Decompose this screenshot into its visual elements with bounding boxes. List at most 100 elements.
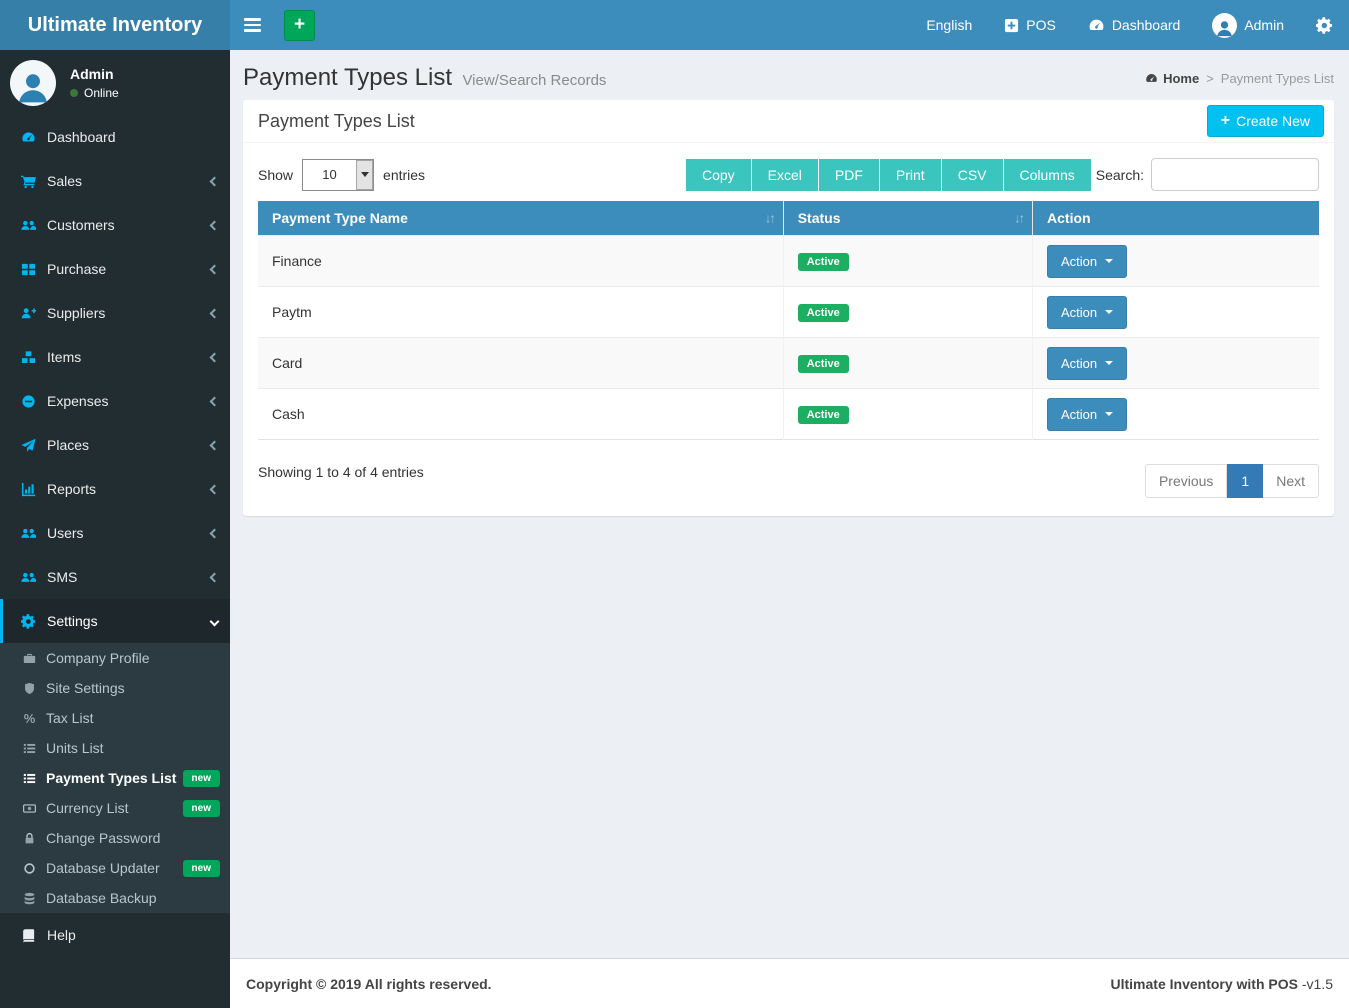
new-badge: new xyxy=(183,800,220,817)
user-status: Online xyxy=(70,86,119,100)
sidebar-item-sms[interactable]: SMS xyxy=(0,555,230,599)
percent-icon: % xyxy=(23,711,36,726)
submenu-item-currency-list[interactable]: Currency List new xyxy=(0,793,230,823)
page-title: Payment Types List xyxy=(243,64,452,91)
create-new-button[interactable]: + Create New xyxy=(1207,105,1324,137)
column-header-status[interactable]: Status ↓↑ xyxy=(783,201,1032,236)
sidebar-item-dashboard[interactable]: Dashboard xyxy=(0,115,230,159)
users-icon xyxy=(21,218,36,233)
avatar xyxy=(10,60,56,106)
table-header-row: Payment Type Name ↓↑ Status ↓↑ Action xyxy=(258,201,1319,236)
pos-label: POS xyxy=(1026,17,1056,33)
submenu-item-database-updater[interactable]: Database Updater new xyxy=(0,853,230,883)
dashboard-link[interactable]: Dashboard xyxy=(1088,17,1181,34)
submenu-item-tax-list[interactable]: % Tax List xyxy=(0,703,230,733)
sidebar-item-customers[interactable]: Customers xyxy=(0,203,230,247)
submenu-item-label: Payment Types List xyxy=(46,770,176,786)
panel-header: Payment Types List + Create New xyxy=(243,100,1334,143)
copy-button[interactable]: Copy xyxy=(686,159,751,191)
pdf-button[interactable]: PDF xyxy=(818,159,879,191)
previous-page-button[interactable]: Previous xyxy=(1145,464,1227,498)
book-icon xyxy=(21,928,36,943)
cubes-icon xyxy=(21,350,36,365)
chevron-left-icon xyxy=(210,264,220,274)
lock-icon xyxy=(23,832,36,845)
submenu-item-label: Site Settings xyxy=(46,680,125,696)
submenu-item-units-list[interactable]: Units List xyxy=(0,733,230,763)
entries-select[interactable]: 10 xyxy=(302,159,374,191)
new-badge: new xyxy=(183,860,220,877)
action-dropdown-button[interactable]: Action xyxy=(1047,245,1127,278)
version-text: Ultimate Inventory with POS -v1.5 xyxy=(1111,976,1334,992)
sidebar-item-reports[interactable]: Reports xyxy=(0,467,230,511)
page-1-button[interactable]: 1 xyxy=(1227,464,1263,498)
chevron-left-icon xyxy=(210,484,220,494)
action-dropdown-button[interactable]: Action xyxy=(1047,296,1127,329)
sidebar-item-items[interactable]: Items xyxy=(0,335,230,379)
submenu-item-change-password[interactable]: Change Password xyxy=(0,823,230,853)
csv-button[interactable]: CSV xyxy=(941,159,1003,191)
columns-button[interactable]: Columns xyxy=(1003,159,1091,191)
payment-types-table: Payment Type Name ↓↑ Status ↓↑ Action xyxy=(258,201,1319,440)
search-input[interactable] xyxy=(1151,158,1319,191)
sidebar-item-expenses[interactable]: Expenses xyxy=(0,379,230,423)
user-menu[interactable]: Admin xyxy=(1212,13,1284,38)
sidebar-item-places[interactable]: Places xyxy=(0,423,230,467)
sidebar-item-label: Customers xyxy=(47,217,115,233)
chevron-left-icon xyxy=(210,220,220,230)
database-icon xyxy=(23,892,36,905)
person-icon xyxy=(15,70,51,106)
chevron-down-icon xyxy=(356,160,373,190)
caret-down-icon xyxy=(1105,412,1113,420)
export-button-group: Copy Excel PDF Print CSV Columns xyxy=(686,159,1091,191)
action-dropdown-button[interactable]: Action xyxy=(1047,398,1127,431)
app-logo[interactable]: Ultimate Inventory xyxy=(0,0,230,50)
submenu-item-site-settings[interactable]: Site Settings xyxy=(0,673,230,703)
briefcase-icon xyxy=(23,652,36,665)
submenu-item-company-profile[interactable]: Company Profile xyxy=(0,643,230,673)
new-badge: new xyxy=(183,770,220,787)
sort-icon: ↓↑ xyxy=(1014,211,1023,226)
excel-button[interactable]: Excel xyxy=(751,159,818,191)
gears-icon[interactable] xyxy=(1316,17,1333,34)
online-dot-icon xyxy=(70,89,78,97)
panel-title: Payment Types List xyxy=(258,111,415,132)
language-menu[interactable]: English xyxy=(926,17,972,33)
entries-summary: Showing 1 to 4 of 4 entries xyxy=(258,456,424,480)
users-icon xyxy=(21,526,36,541)
next-page-button[interactable]: Next xyxy=(1263,464,1319,498)
chevron-left-icon xyxy=(210,572,220,582)
sidebar-item-settings[interactable]: Settings xyxy=(0,599,230,643)
chevron-left-icon xyxy=(210,308,220,318)
sidebar-toggle-icon[interactable] xyxy=(230,0,274,50)
sidebar-item-help[interactable]: Help xyxy=(0,913,230,957)
payment-type-name: Card xyxy=(258,338,783,389)
pos-link[interactable]: POS xyxy=(1004,17,1056,33)
chevron-left-icon xyxy=(210,440,220,450)
column-header-name[interactable]: Payment Type Name ↓↑ xyxy=(258,201,783,236)
sidebar-user-panel: Admin Online xyxy=(0,50,230,115)
caret-down-icon xyxy=(1105,259,1113,267)
plus-icon: + xyxy=(1221,114,1230,128)
action-dropdown-button[interactable]: Action xyxy=(1047,347,1127,380)
sidebar-item-users[interactable]: Users xyxy=(0,511,230,555)
sidebar-item-suppliers[interactable]: Suppliers xyxy=(0,291,230,335)
sidebar-item-purchase[interactable]: Purchase xyxy=(0,247,230,291)
tachometer-icon xyxy=(1088,17,1105,34)
sidebar-item-sales[interactable]: Sales xyxy=(0,159,230,203)
breadcrumb-home[interactable]: Home xyxy=(1145,71,1199,86)
column-header-action: Action xyxy=(1033,201,1319,236)
chevron-left-icon xyxy=(210,176,220,186)
sidebar-item-label: Reports xyxy=(47,481,96,497)
bar-chart-icon xyxy=(21,482,36,497)
breadcrumb: Home > Payment Types List xyxy=(1145,71,1334,86)
submenu-item-database-backup[interactable]: Database Backup xyxy=(0,883,230,913)
top-navbar: Ultimate Inventory + English POS Dashboa… xyxy=(0,0,1349,50)
table-row: Cash Active Action xyxy=(258,389,1319,440)
submenu-item-payment-types-list[interactable]: Payment Types List new xyxy=(0,763,230,793)
grid-icon xyxy=(21,262,36,277)
print-button[interactable]: Print xyxy=(879,159,941,191)
quick-add-button[interactable]: + xyxy=(284,10,315,41)
user-name: Admin xyxy=(70,66,119,82)
chevron-left-icon xyxy=(210,352,220,362)
